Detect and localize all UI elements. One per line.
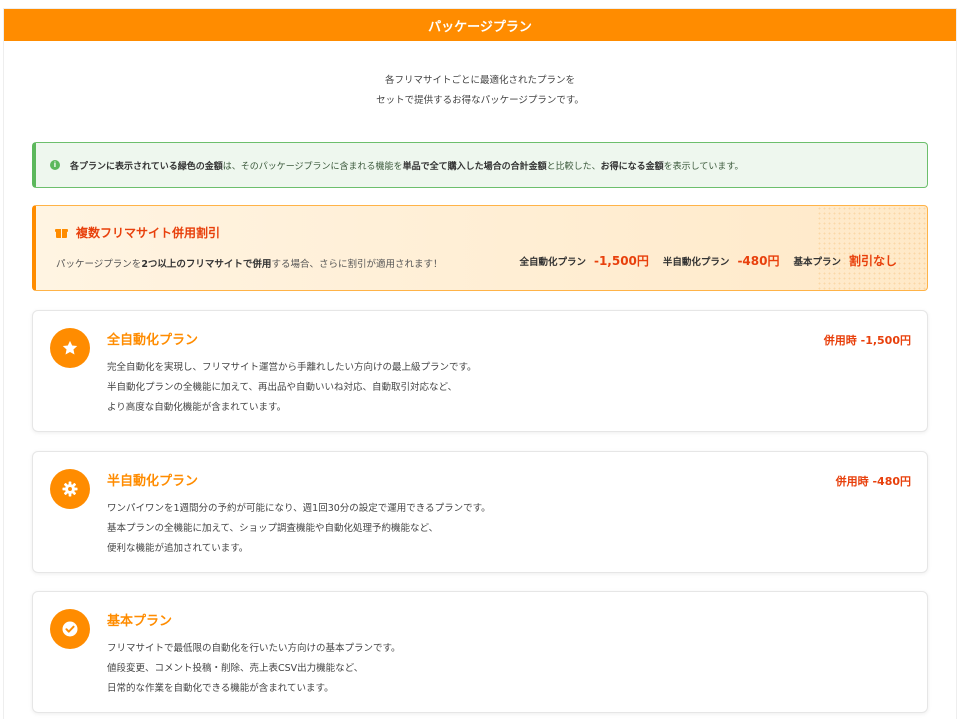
plan-description: フリマサイトで最低限の自動化を行いたい方向けの基本プランです。 値段変更、コメン… [107,639,401,699]
discount-label-basic: 基本プラン [793,256,841,268]
plan-icon-circle [50,609,90,649]
plan-description: ワンパイワンを1週間分の予約が可能になり、週1回30分の設定で運用できるプランで… [107,499,491,559]
notice-text-6: を表示しています。 [663,161,744,172]
intro-line-2: セットで提供するお得なパッケージプランです。 [376,95,584,106]
discount-title-row: 複数フリマサイト併用割引 [55,224,221,241]
plan-icon-circle [50,469,90,509]
discount-desc-c: する場合、さらに割引が適用されます！ [271,259,443,270]
combined-discount-badge: 併用時 -480円 [835,475,911,488]
plan-desc-line: 日常的な作業を自動化できる機能が含まれています。 [107,683,334,694]
plan-name: 全自動化プラン [107,333,199,348]
plan-name: 半自動化プラン [107,474,199,489]
notice-text-1: 各プランに表示されている緑色の金額 [70,161,223,172]
plan-desc-line: 基本プランの全機能に加えて、ショップ調査機能や自動化処理予約機能など、 [107,523,439,534]
plan-name: 基本プラン [107,614,173,629]
plan-desc-line: 完全自動化を実現し、フリマサイト運営から手離れしたい方向けの最上級プランです。 [107,362,477,373]
notice-text-5: お得になる金額 [600,161,664,172]
panel-title: パッケージプラン [428,19,532,35]
plan-card-semi-auto[interactable]: 半自動化プラン 併用時 -480円 ワンパイワンを1週間分の予約が可能になり、週… [32,451,928,573]
plan-desc-line: ワンパイワンを1週間分の予約が可能になり、週1回30分の設定で運用できるプランで… [107,503,491,514]
notice-text-4: と比較した、 [546,161,601,172]
notice-text-3: 単品で全て購入した場合の合計金額 [402,161,547,172]
multi-site-discount-box: 複数フリマサイト併用割引 パッケージプランを2つ以上のフリマサイトで併用する場合… [32,205,928,291]
info-icon: i [50,160,60,170]
plan-card-basic[interactable]: 基本プラン フリマサイトで最低限の自動化を行いたい方向けの基本プランです。 値段… [32,591,928,713]
plan-desc-line: 便利な機能が追加されています。 [107,543,249,554]
intro-line-1: 各フリマサイトごとに最適化されたプランを [384,75,575,86]
check-circle-icon [62,621,78,637]
combined-discount-badge: 併用時 -1,500円 [823,334,911,347]
discount-value-semi: -480円 [737,254,780,268]
discount-label-semi: 半自動化プラン [662,256,730,268]
package-plan-panel: パッケージプラン 各フリマサイトごとに最適化されたプランを セットで提供するお得… [3,8,957,719]
plan-icon-circle [50,328,90,368]
panel-header: パッケージプラン [4,9,956,41]
gift-icon [55,227,68,238]
plan-desc-line: 値段変更、コメント投稿・削除、売上表CSV出力機能など、 [107,663,364,674]
price-notice-banner: i 各プランに表示されている緑色の金額 は、そのパッケージプランに含まれる機能を… [32,142,928,188]
discount-desc-a: パッケージプランを [56,259,142,270]
discount-desc-b: 2つ以上のフリマサイトで併用 [141,259,272,270]
plan-description: 完全自動化を実現し、フリマサイト運営から手離れしたい方向けの最上級プランです。 … [107,358,477,418]
discount-value-full: -1,500円 [593,254,649,268]
discount-label-full: 全自動化プラン [519,256,586,268]
plan-desc-line: 半自動化プランの全機能に加えて、再出品や自動いいね対応、自動取引対応など、 [107,382,458,393]
gear-icon [62,481,78,497]
discount-description: パッケージプランを2つ以上のフリマサイトで併用する場合、さらに割引が適用されます… [56,256,442,270]
intro-text: 各フリマサイトごとに最適化されたプランを セットで提供するお得なパッケージプラン… [4,71,956,111]
plan-desc-line: より高度な自動化機能が含まれています。 [107,402,287,413]
discount-value-basic: 割引なし [848,254,897,268]
plan-card-full-auto[interactable]: 全自動化プラン 併用時 -1,500円 完全自動化を実現し、フリマサイト運営から… [32,310,928,432]
star-icon [62,340,78,355]
discount-price-list: 全自動化プラン -1,500円 半自動化プラン -480円 基本プラン 割引なし [519,252,897,269]
plan-desc-line: フリマサイトで最低限の自動化を行いたい方向けの基本プランです。 [107,643,401,654]
dot-pattern-decoration [817,206,927,290]
notice-text-2: は、そのパッケージプランに含まれる機能を [222,161,403,172]
discount-title: 複数フリマサイト併用割引 [76,226,221,240]
